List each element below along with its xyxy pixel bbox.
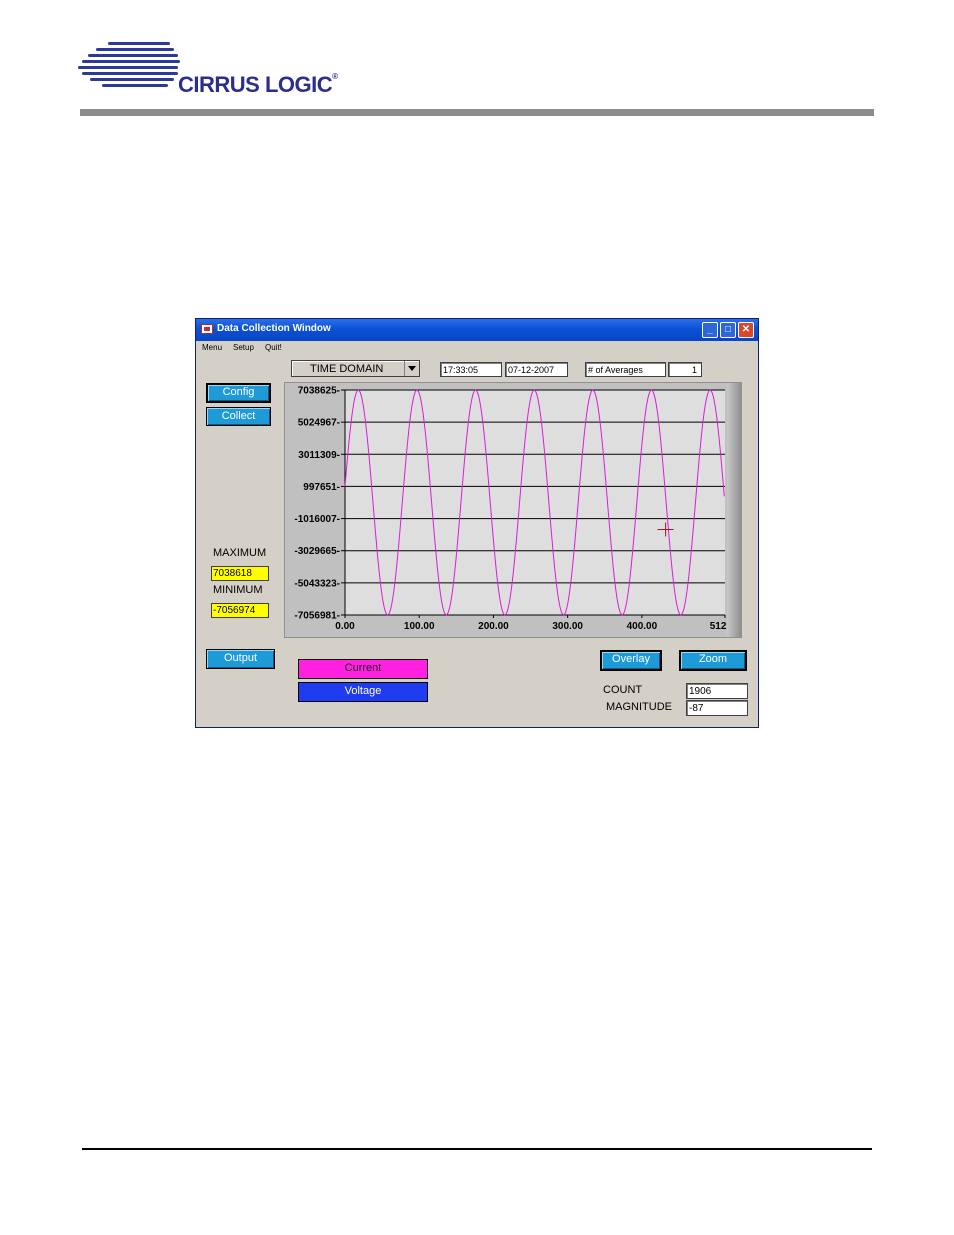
footer-divider xyxy=(82,1148,872,1150)
close-button[interactable]: ✕ xyxy=(738,322,754,338)
menu-bar: Menu Setup Quit! xyxy=(196,341,758,355)
menu-item-setup[interactable]: Setup xyxy=(233,343,254,352)
window-title: Data Collection Window xyxy=(217,323,331,334)
x-tick-label: 100.00 xyxy=(404,621,435,632)
window-titlebar[interactable]: Data Collection Window _ □ ✕ xyxy=(196,319,758,341)
averages-input[interactable]: 1 xyxy=(668,362,702,377)
y-tick-label: -3029665- xyxy=(294,546,340,557)
maximum-value: 7038618 xyxy=(211,566,269,581)
x-tick-label: 300.00 xyxy=(552,621,583,632)
output-button[interactable]: Output xyxy=(206,649,275,669)
maximum-label: MAXIMUM xyxy=(213,547,267,559)
y-tick-label: 3011309- xyxy=(298,450,340,461)
y-tick-label: 5024967- xyxy=(298,418,340,429)
menu-item-menu[interactable]: Menu xyxy=(202,343,222,352)
y-tick-label: -5043323- xyxy=(294,578,340,589)
y-tick-label: 7038625- xyxy=(298,386,340,397)
time-domain-chart[interactable]: 7038625- 5024967- 3011309- 997651- -1016007-… xyxy=(285,383,743,639)
x-tick-label: 0.00 xyxy=(335,621,355,632)
x-tick-label: 200.00 xyxy=(478,621,509,632)
header-divider xyxy=(80,109,874,116)
count-label: COUNT xyxy=(603,684,643,696)
date-field: 07-12-2007 xyxy=(505,362,568,377)
y-tick-label: -1016007- xyxy=(294,514,340,525)
minimize-button[interactable]: _ xyxy=(702,322,718,338)
app-icon xyxy=(201,324,213,334)
plot-area[interactable]: 7038625- 5024967- 3011309- 997651- -1016007-… xyxy=(284,382,742,638)
y-tick-label: 997651- xyxy=(303,482,340,493)
time-field: 17:33:05 xyxy=(440,362,502,377)
x-tick-label: 400.00 xyxy=(627,621,658,632)
config-button[interactable]: Config xyxy=(206,383,271,403)
minimum-label: MINIMUM xyxy=(213,584,263,596)
mode-select[interactable]: TIME DOMAIN xyxy=(291,360,420,377)
collect-button[interactable]: Collect xyxy=(206,407,271,426)
mode-select-value: TIME DOMAIN xyxy=(310,363,384,375)
legend-voltage-button[interactable]: Voltage xyxy=(298,682,428,702)
maximize-button[interactable]: □ xyxy=(720,322,736,338)
data-collection-window: Data Collection Window _ □ ✕ Menu Setup … xyxy=(195,318,759,728)
menu-item-quit[interactable]: Quit! xyxy=(265,343,282,352)
logo-wordmark: CIRRUS LOGIC® xyxy=(178,72,338,97)
minimum-value: -7056974 xyxy=(211,603,269,618)
magnitude-field: -87 xyxy=(686,700,748,716)
x-tick-label: 512.00 xyxy=(710,621,741,632)
magnitude-label: MAGNITUDE xyxy=(606,701,672,713)
logo-swoosh-icon xyxy=(78,42,180,87)
zoom-button[interactable]: Zoom xyxy=(679,650,747,671)
overlay-button[interactable]: Overlay xyxy=(600,650,662,671)
y-tick-label: -7056981- xyxy=(294,611,340,622)
count-field: 1906 xyxy=(686,683,748,699)
cirrus-logic-logo: CIRRUS LOGIC® xyxy=(78,36,368,106)
averages-label-field: # of Averages xyxy=(585,362,666,377)
chevron-down-icon[interactable] xyxy=(404,361,419,376)
legend-current-button[interactable]: Current xyxy=(298,659,428,679)
